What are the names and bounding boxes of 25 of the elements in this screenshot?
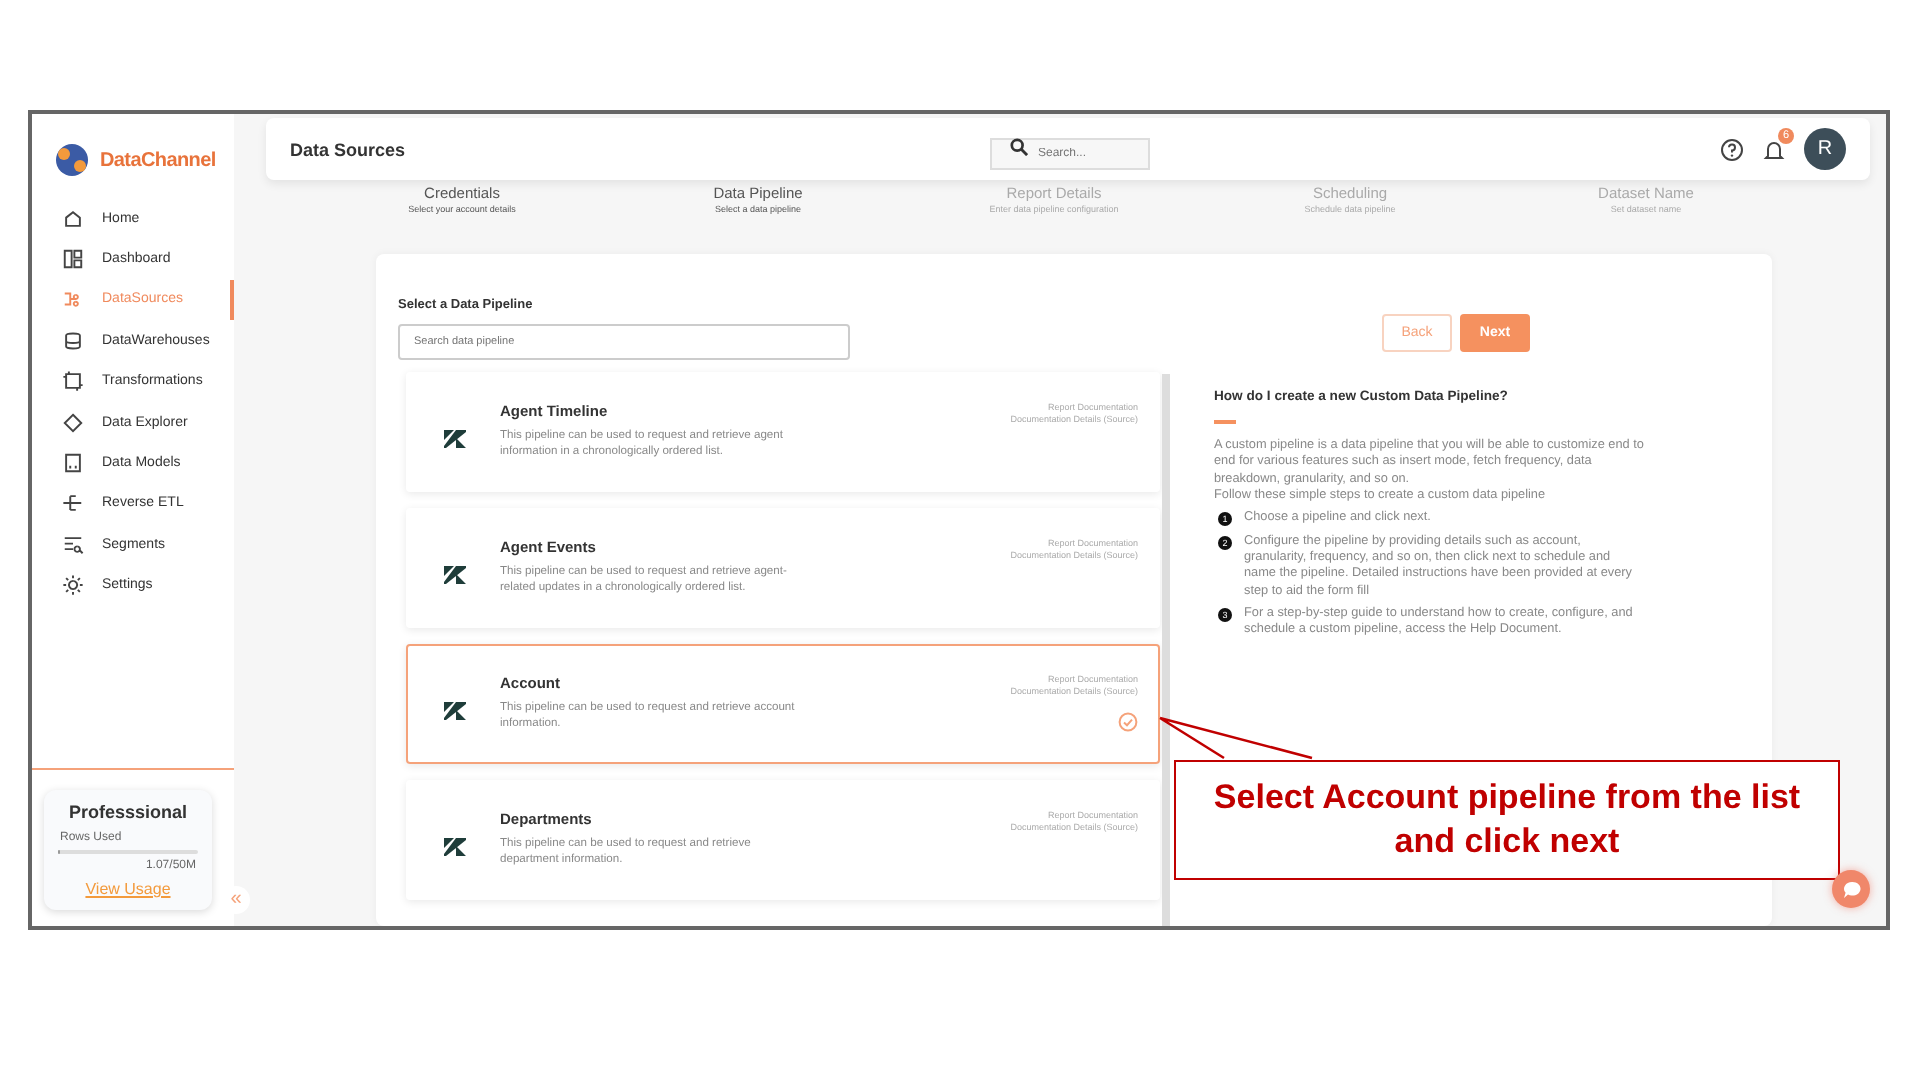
help-icon[interactable] — [1720, 137, 1744, 161]
nav-icon — [62, 207, 84, 230]
brand-name: DataChannel — [100, 149, 216, 171]
nav-icon — [62, 370, 84, 393]
logo-icon — [52, 140, 92, 180]
chat-icon — [1841, 879, 1861, 899]
logo-icon — [444, 838, 466, 856]
logo-icon — [444, 702, 466, 720]
nav-icon — [62, 329, 84, 352]
check-icon — [1118, 712, 1138, 732]
search-icon — [1010, 137, 1028, 155]
nav-icon — [62, 248, 84, 271]
nav-icon — [62, 533, 84, 556]
nav-icon — [62, 452, 84, 475]
plan-name: Professsional — [68, 801, 188, 821]
avatar[interactable]: R — [1804, 128, 1846, 170]
annotation-callout: Select Account pipeline from the list and click next — [1174, 760, 1840, 880]
logo-icon — [444, 566, 466, 584]
nav-icon — [62, 411, 84, 434]
bell-icon[interactable] — [1762, 137, 1786, 161]
nav-icon — [62, 574, 84, 597]
nav-icon — [62, 492, 84, 515]
page-title: Data Sources — [290, 139, 406, 159]
nav-icon — [62, 288, 84, 311]
logo-icon — [444, 430, 466, 448]
